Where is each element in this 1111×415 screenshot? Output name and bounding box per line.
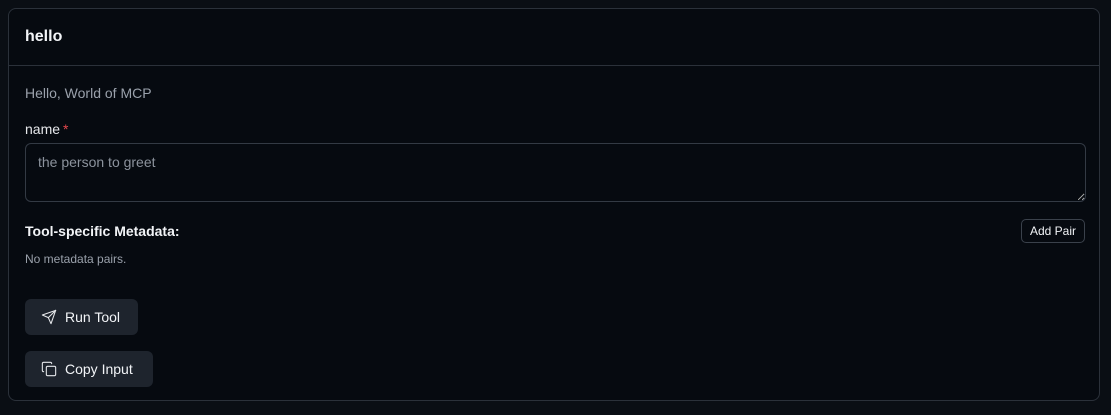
name-label-text: name <box>25 121 61 137</box>
run-tool-label: Run Tool <box>65 309 121 325</box>
tool-title: hello <box>25 28 63 45</box>
copy-input-label: Copy Input <box>65 361 133 377</box>
name-field-label: name * <box>25 121 68 137</box>
tool-card-header: hello <box>9 9 1099 66</box>
metadata-empty-text: No metadata pairs. <box>25 252 127 266</box>
tool-description: Hello, World of MCP <box>25 85 152 101</box>
required-asterisk: * <box>63 121 69 137</box>
metadata-label: Tool-specific Metadata: <box>25 223 180 239</box>
run-tool-button[interactable]: Run Tool <box>25 299 138 335</box>
name-field-wrapper <box>25 143 1086 202</box>
copy-input-button[interactable]: Copy Input <box>25 351 153 387</box>
add-pair-button[interactable]: Add Pair <box>1020 219 1085 243</box>
copy-icon <box>41 361 57 377</box>
name-input[interactable] <box>25 143 1086 202</box>
send-icon <box>41 309 57 325</box>
tool-card: hello Hello, World of MCP name* Tool-spe… <box>8 8 1100 401</box>
